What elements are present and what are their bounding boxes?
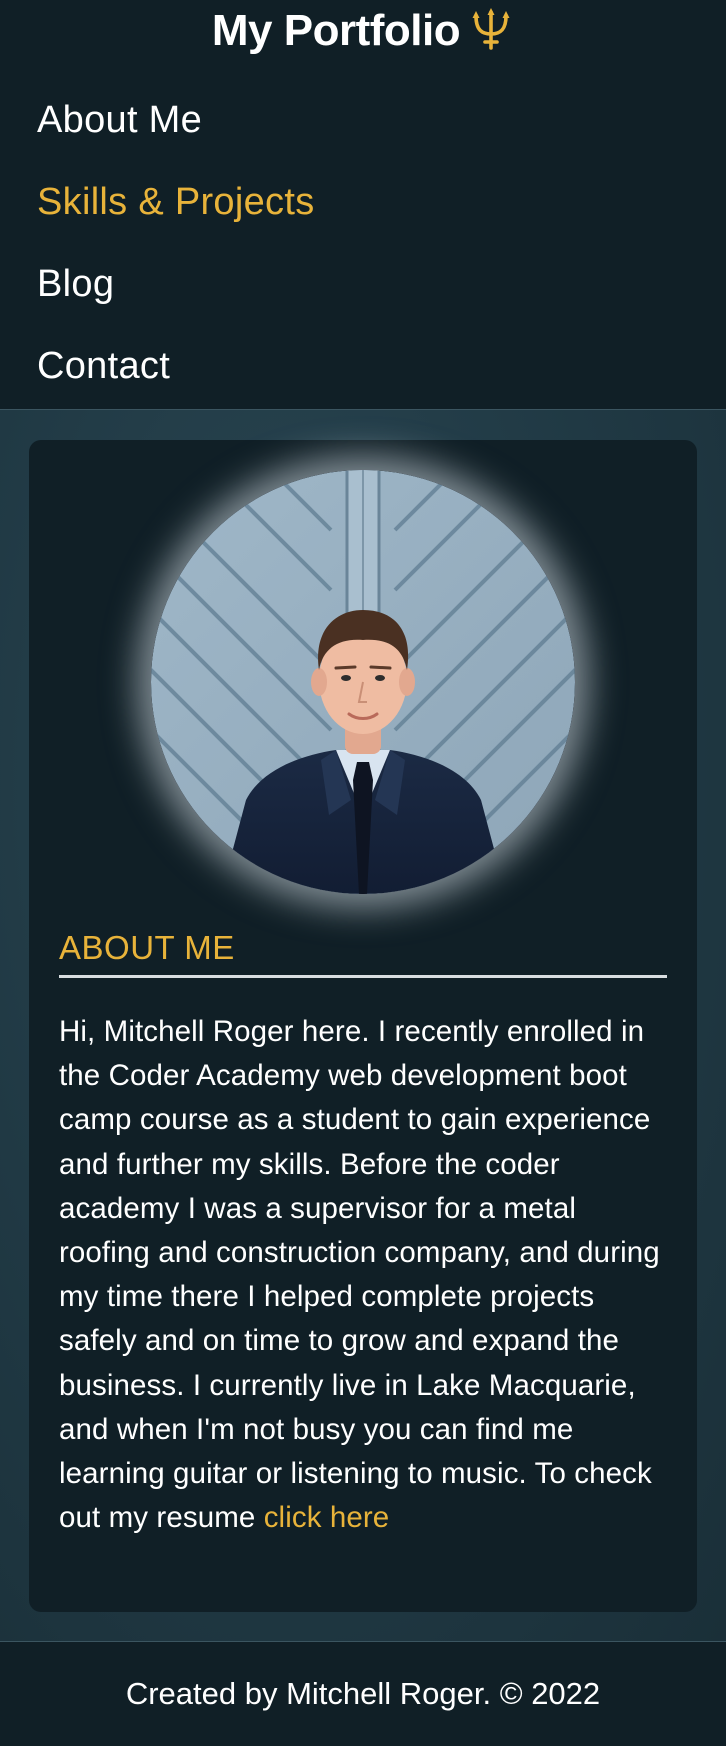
nav-item-label[interactable]: Contact [37, 345, 170, 387]
nav-item-label[interactable]: Skills & Projects [37, 181, 315, 223]
page: My Portfolio About Me Skills & Projects [0, 0, 726, 1746]
about-me-heading: ABOUT ME [59, 926, 667, 978]
nav-item-blog[interactable]: Blog [37, 248, 315, 330]
trident-icon [468, 6, 514, 52]
nav-item-about-me[interactable]: About Me [37, 84, 315, 166]
profile-photo [151, 470, 575, 894]
site-title-text: My Portfolio [211, 6, 461, 55]
site-title: My Portfolio [0, 0, 726, 62]
nav-item-label[interactable]: About Me [37, 99, 202, 141]
nav-item-skills-projects[interactable]: Skills & Projects [37, 166, 315, 248]
about-card: ABOUT ME Hi, Mitchell Roger here. I rece… [29, 440, 697, 1612]
nav-item-contact[interactable]: Contact [37, 330, 315, 412]
footer-text: Created by Mitchell Roger. © 2022 [125, 1676, 601, 1711]
site-footer: Created by Mitchell Roger. © 2022 [0, 1642, 726, 1746]
about-me-bio: Hi, Mitchell Roger here. I recently enro… [59, 1010, 669, 1540]
nav-item-label[interactable]: Blog [37, 263, 114, 305]
bio-text: Hi, Mitchell Roger here. I recently enro… [59, 1015, 660, 1535]
main-section: ABOUT ME Hi, Mitchell Roger here. I rece… [0, 410, 726, 1642]
main-nav: About Me Skills & Projects Blog Contact [37, 84, 315, 412]
site-header: My Portfolio About Me Skills & Projects [0, 0, 726, 410]
resume-link[interactable]: click here [264, 1501, 390, 1534]
profile-photo-image [151, 470, 575, 894]
